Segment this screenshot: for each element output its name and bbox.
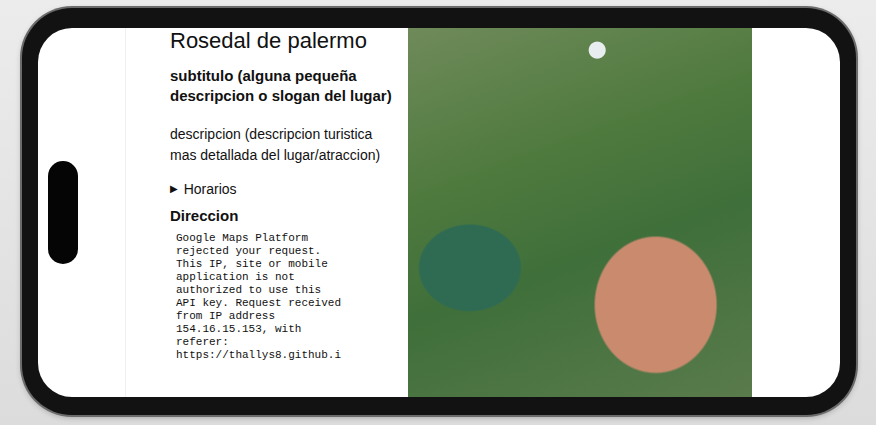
map-error-line: authorized to use this xyxy=(176,284,394,297)
map-error-line: from IP address xyxy=(176,310,394,323)
phone-frame: Rosedal de palermo subtitulo (alguna pequ… xyxy=(22,8,856,415)
map-error-line: https://thallys8.github.i xyxy=(176,349,394,362)
page-title: Rosedal de palermo xyxy=(170,28,394,54)
map-error-line: This IP, site or mobile xyxy=(176,258,394,271)
content-column: Rosedal de palermo subtitulo (alguna pequ… xyxy=(125,28,408,397)
map-error-line: rejected your request. xyxy=(176,245,394,258)
page-subtitle: subtitulo (alguna pequeña descripcion o … xyxy=(170,66,394,106)
map-error-line: Google Maps Platform xyxy=(176,232,394,245)
screen: Rosedal de palermo subtitulo (alguna pequ… xyxy=(38,28,840,397)
map-error-line: application is not xyxy=(176,271,394,284)
hours-details[interactable]: ▶ Horarios xyxy=(170,180,394,198)
page-description: descripcion (descripcion turistica mas d… xyxy=(170,124,394,166)
map-error: Google Maps Platformrejected your reques… xyxy=(176,232,394,362)
left-gutter xyxy=(38,28,125,397)
dynamic-island xyxy=(48,161,78,264)
disclosure-icon[interactable]: ▶ xyxy=(170,180,178,198)
address-heading: Direccion xyxy=(170,206,394,226)
map-error-line: referer: xyxy=(176,336,394,349)
aerial-photo xyxy=(408,28,752,397)
right-gutter xyxy=(752,28,840,397)
map-error-line: 154.16.15.153, with xyxy=(176,323,394,336)
map-error-line: API key. Request received xyxy=(176,297,394,310)
hours-label[interactable]: Horarios xyxy=(184,180,237,198)
